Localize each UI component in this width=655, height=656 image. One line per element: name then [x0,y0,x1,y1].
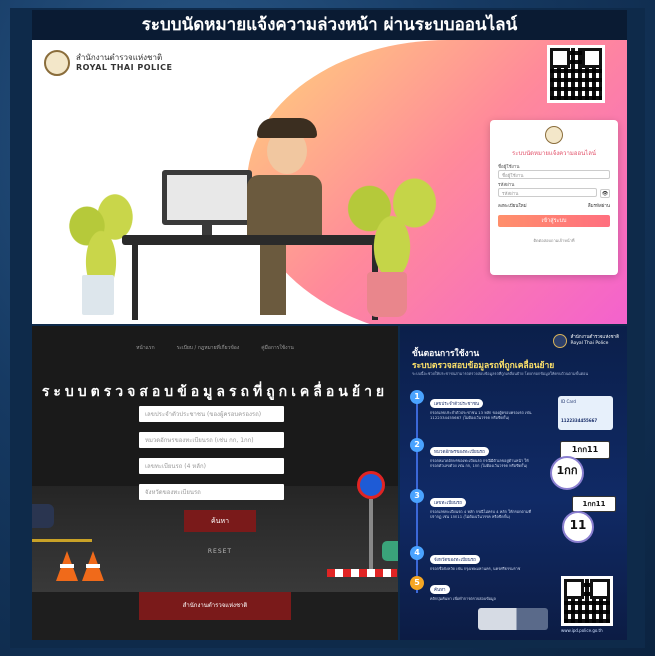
login-card: ระบบนัดหมายแจ้งความออนไลน์ ชื่อผู้ใช้งาน… [490,120,618,275]
plant-right-icon [347,170,437,280]
poster-logo-en: Royal Thai Police [570,341,609,346]
logo-text-th: สำนักงานตำรวจแห่งชาติ [76,53,163,62]
contact-link[interactable]: ติดต่อสอบถามเจ้าหน้าที่ [498,237,610,244]
officer-cap [257,118,317,138]
rail [32,539,92,542]
step-number: 4 [410,546,424,560]
reset-button[interactable]: RESET [184,544,256,560]
car-icon [32,504,54,528]
plate-illustration: 1กก11 [572,496,616,512]
step-title: ค้นหา [430,585,450,594]
plate-number-input[interactable]: เลขทะเบียนรถ (4 หลัก) [139,458,284,474]
pot-left-icon [82,275,114,315]
username-label: ชื่อผู้ใช้งาน [498,165,520,170]
step-text: กรอกเลขทะเบียนรถ 4 หลัก กรณีไม่ครบ 4 หลั… [430,509,532,519]
login-button[interactable]: เข้าสู่ระบบ [498,215,610,227]
logo-text-en: ROYAL THAI POLICE [76,63,173,72]
step-text: กรอกชื่อจังหวัด เช่น กรุงเทพมหานคร, นครศ… [430,566,521,571]
step-text: กรอกหมวดอักษรของทะเบียนรถ กรณีมีตัวเลขอย… [430,458,529,468]
desk-leg [132,245,138,320]
nav-regulations[interactable]: ระเบียบ / กฎหมายที่เกี่ยวข้อง [177,344,240,352]
number-circle-big: 11 [569,518,587,532]
province-input[interactable]: จังหวัดของทะเบียนรถ [139,484,284,500]
poster-subheading: ระบบตรวจสอบข้อมูลรถที่ถูกเคลื่อนย้าย [412,361,555,371]
road-barrier [327,569,397,577]
step-title: จังหวัดของทะเบียนรถ [430,555,480,564]
page-title: ระบบตรวจสอบข้อมูลรถที่ถูกเคลื่อนย้าย [41,384,389,400]
register-link[interactable]: ลงทะเบียนใหม่ [498,202,527,209]
desk [122,235,382,245]
step-1: 1 เลขประจำตัวประชาชน กรอกเลขประจำตัวประช… [410,390,535,420]
police-seal-icon [552,334,567,348]
qr-code-icon [547,45,605,103]
login-seal-icon [545,126,563,144]
step-number: 2 [410,438,424,452]
banner-title: ระบบนัดหมายแจ้งความล่วงหน้า ผ่านระบบออนไ… [32,10,627,40]
monitor-stand [202,225,212,235]
prefix-circle: 1กก [550,456,584,490]
step-number: 1 [410,390,424,404]
top-nav: หน้าแรก ระเบียบ / กฎหมายที่เกี่ยวข้อง คู… [32,344,398,352]
plate-prefix-input[interactable]: หมวดอักษรของทะเบียนรถ (เช่น กก, 1กก) [139,432,284,448]
step-title: เลขทะเบียนรถ [430,498,467,507]
instructions-poster: สำนักงานตำรวจแห่งชาติ Royal Thai Police … [400,326,627,640]
step-5: 5 ค้นหา คลิกปุ่มค้นหา เพื่อทำการตรวจสอบข… [410,576,535,601]
officer-leg [260,245,286,315]
tow-truck-icon [478,608,548,630]
password-label: รหัสผ่าน [498,183,515,188]
sign-pole [369,499,373,574]
step-4: 4 จังหวัดของทะเบียนรถ กรอกชื่อจังหวัด เช… [410,546,535,571]
login-title: ระบบนัดหมายแจ้งความออนไลน์ [512,150,596,157]
poster-description: ระบบนี้จะช่วยให้ประชาชนสามารถตรวจสอบข้อม… [412,371,589,376]
prefix-circle-big: 1กก [556,464,578,477]
search-button[interactable]: ค้นหา [184,510,256,532]
show-password-icon[interactable]: 👁 [600,189,610,198]
step-number: 3 [410,489,424,503]
cone-stripe [86,564,100,568]
police-logo-text: สำนักงานตำรวจแห่งชาติ ROYAL THAI POLICE [76,53,172,73]
forgot-password-link[interactable]: ลืมรหัสผ่าน [588,202,610,209]
step-text: คลิกปุ่มค้นหา เพื่อทำการตรวจสอบข้อมูล [430,596,496,601]
step-title: เลขประจำตัวประชาชน [430,399,484,408]
nav-home[interactable]: หน้าแรก [136,344,154,352]
pot-right-icon [367,272,407,317]
step-2: 2 หมวดอักษรของทะเบียนรถ กรอกหมวดอักษรของ… [410,438,535,468]
monitor-icon [162,170,252,225]
no-parking-sign-icon [357,471,385,499]
step-number: 5 [410,576,424,590]
step-text: กรอกเลขประจำตัวประชาชน 13 หลัก ของผู้ครอ… [430,410,532,420]
id-number-input[interactable]: เลขประจำตัวประชาชน (ของผู้ครอบครองรถ) [139,406,284,422]
police-logo: สำนักงานตำรวจแห่งชาติ ROYAL THAI POLICE [44,50,172,76]
id-card-number: 1122334455667 [561,418,598,423]
cone-stripe [60,564,74,568]
police-seal-icon [44,50,70,76]
car-icon [382,541,398,561]
footer-label: สำนักงานตำรวจแห่งชาติ [139,592,291,620]
id-card-illustration: ID Card 1122334455667 [558,396,613,430]
username-input[interactable]: ชื่อผู้ใช้งาน [498,170,610,179]
password-input[interactable]: รหัสผ่าน [498,188,597,197]
website-url: www.ipd.police.go.th [561,628,603,633]
appointment-screen: ระบบนัดหมายแจ้งความล่วงหน้า ผ่านระบบออนไ… [32,10,627,324]
vehicle-check-screen: หน้าแรก ระเบียบ / กฎหมายที่เกี่ยวข้อง คู… [32,326,398,640]
number-circle: 11 [562,511,594,543]
id-card-label: ID Card [561,399,576,404]
nav-manual[interactable]: คู่มือการใช้งาน [261,344,294,352]
step-3: 3 เลขทะเบียนรถ กรอกเลขทะเบียนรถ 4 หลัก ก… [410,489,535,519]
qr-code-icon [561,576,613,626]
step-title: หมวดอักษรของทะเบียนรถ [430,447,489,456]
poster-logo: สำนักงานตำรวจแห่งชาติ Royal Thai Police [552,334,619,348]
